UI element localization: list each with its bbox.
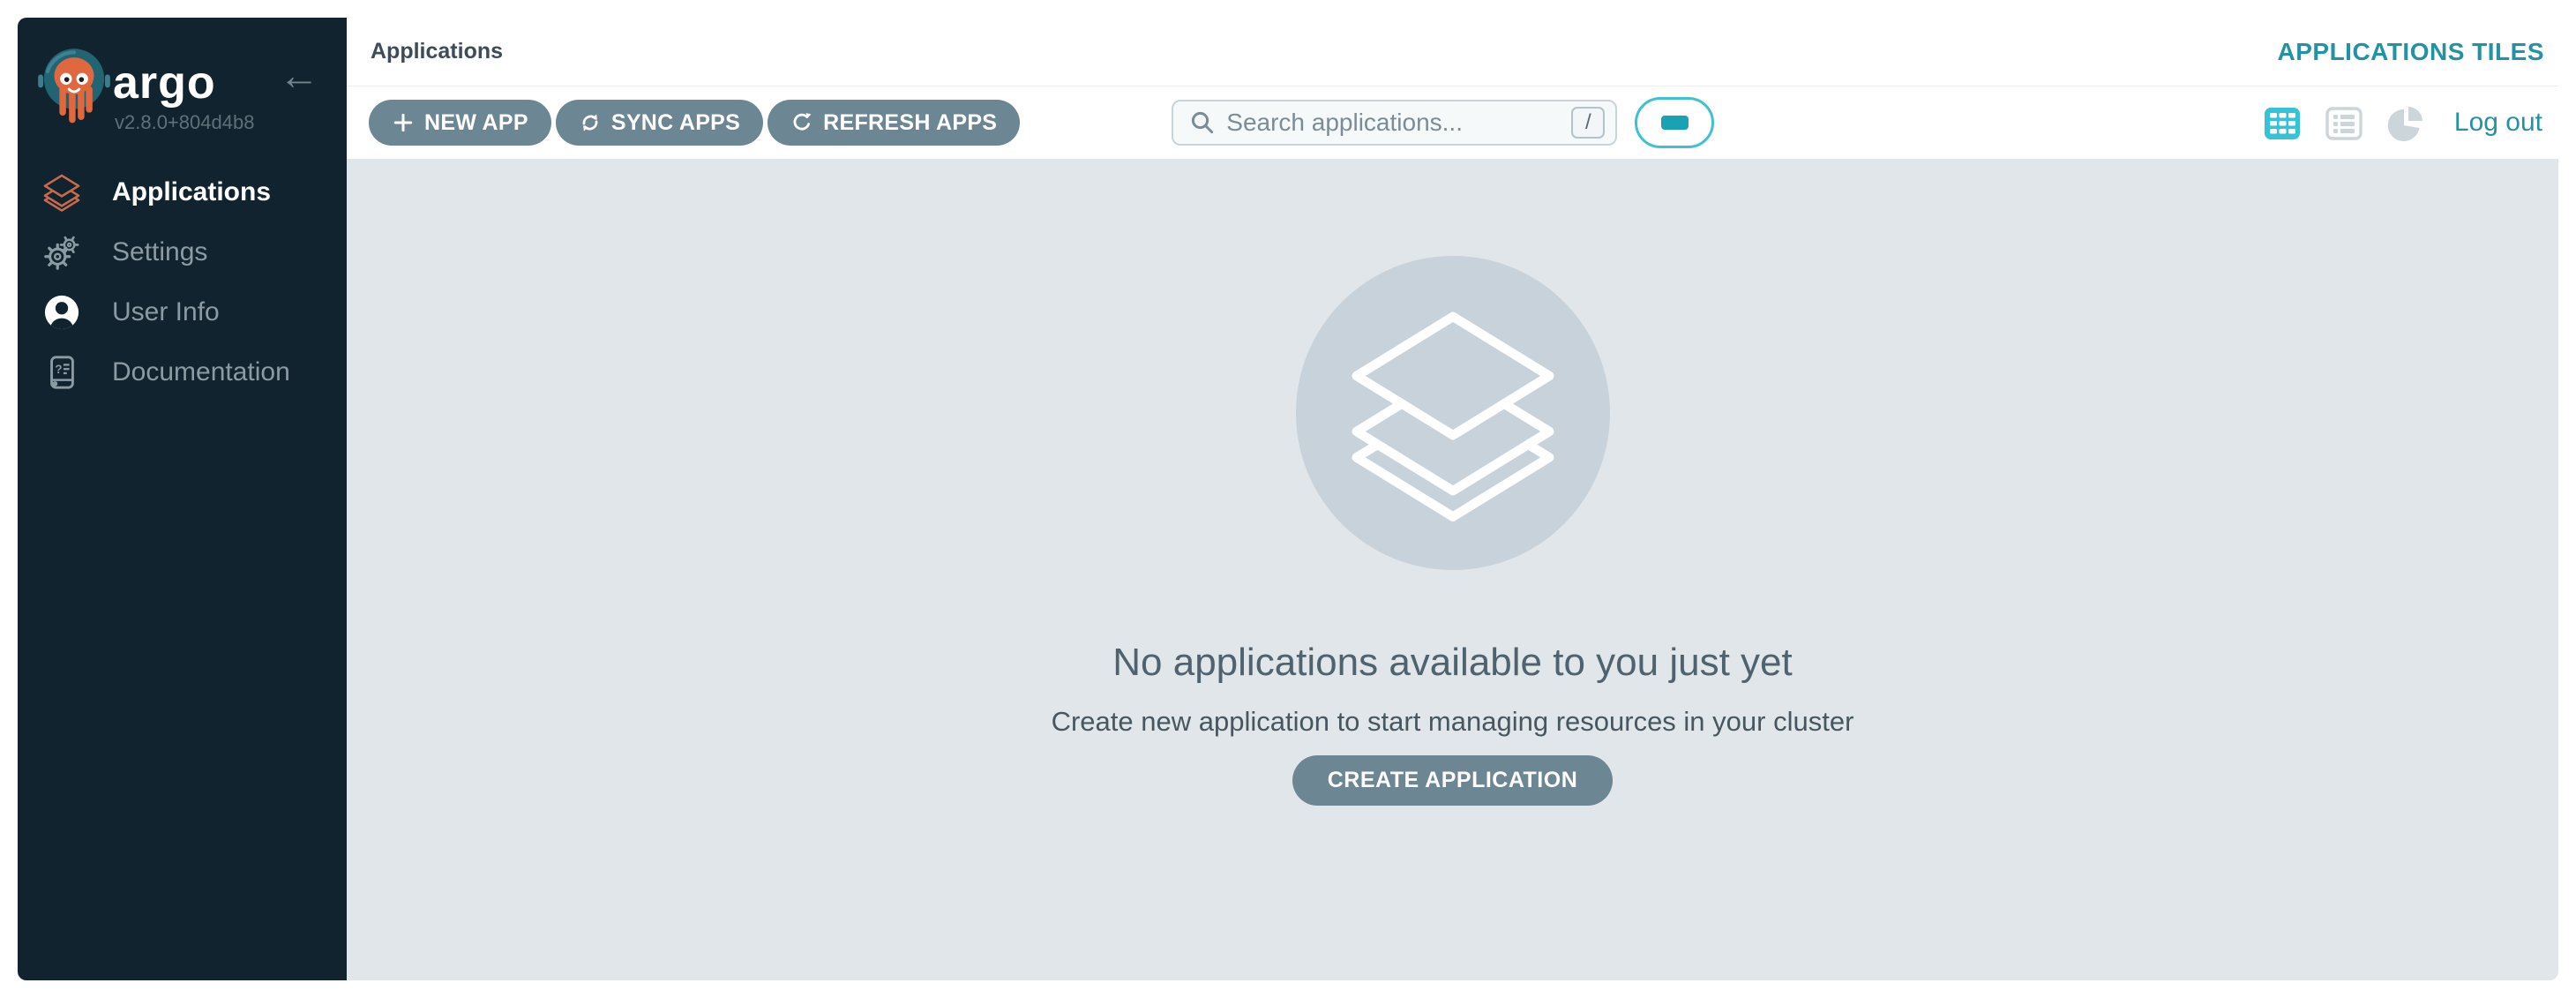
sync-icon	[579, 111, 602, 134]
sync-apps-button[interactable]: SYNC APPS	[556, 100, 763, 146]
create-application-button[interactable]: CREATE APPLICATION	[1292, 755, 1614, 806]
search-input[interactable]	[1226, 109, 1571, 137]
sidebar-item-label: Documentation	[112, 357, 290, 387]
search-box: /	[1172, 100, 1617, 146]
refresh-apps-button[interactable]: REFRESH APPS	[768, 100, 1020, 146]
refresh-icon	[790, 111, 813, 134]
brand-wordmark: argo	[113, 56, 216, 109]
sidebar-item-user-info[interactable]: User Info	[18, 282, 347, 342]
main-area: Applications APPLICATIONS TILES NEW APP …	[347, 18, 2558, 980]
gear-icon	[42, 233, 81, 272]
pie-chart-icon	[2386, 103, 2425, 142]
plus-icon	[392, 111, 415, 134]
toggle-knob-icon	[1661, 116, 1689, 130]
version-label: v2.8.0+804d4b8	[115, 111, 254, 134]
summary-view-button[interactable]	[2386, 103, 2425, 142]
breadcrumb[interactable]: Applications	[371, 39, 503, 64]
sidebar-nav: Applications	[18, 162, 347, 402]
search-icon	[1189, 109, 1216, 136]
slash-shortcut-badge: /	[1571, 107, 1605, 139]
sidebar-item-settings[interactable]: Settings	[18, 222, 347, 282]
document-icon: ?	[42, 353, 81, 392]
grid-icon	[2263, 103, 2302, 142]
list-view-button[interactable]	[2325, 103, 2363, 142]
layers-icon	[1342, 302, 1564, 524]
empty-state-circle	[1296, 256, 1610, 570]
titlebar: Applications APPLICATIONS TILES	[347, 18, 2558, 86]
sidebar-item-label: Settings	[112, 237, 207, 267]
user-icon	[42, 293, 81, 332]
layers-icon	[42, 173, 81, 212]
argo-octopus-logo-icon	[32, 41, 116, 129]
sidebar-item-documentation[interactable]: ? Documentation	[18, 342, 347, 402]
sidebar-item-applications[interactable]: Applications	[18, 162, 347, 222]
sidebar-item-label: User Info	[112, 297, 220, 327]
page-view-label: APPLICATIONS TILES	[2278, 38, 2545, 66]
svg-text:?: ?	[55, 363, 62, 376]
empty-state-subtitle: Create new application to start managing…	[1052, 706, 1854, 738]
sidebar-collapse-arrow-icon[interactable]: ←	[279, 55, 319, 95]
new-app-button[interactable]: NEW APP	[369, 100, 551, 146]
empty-state-title: No applications available to you just ye…	[1112, 641, 1792, 685]
applications-empty-state: No applications available to you just ye…	[347, 159, 2558, 980]
sidebar: argo v2.8.0+804d4b8 ← Applications	[18, 18, 347, 980]
toolbar: NEW APP SYNC APPS REFRESH APPS	[347, 86, 2558, 159]
argo-app-window: argo v2.8.0+804d4b8 ← Applications	[18, 18, 2558, 980]
list-icon	[2325, 103, 2363, 142]
sidebar-item-label: Applications	[112, 177, 271, 207]
tiles-view-button[interactable]	[2263, 103, 2302, 142]
logout-link[interactable]: Log out	[2454, 108, 2542, 138]
favorites-toggle[interactable]	[1635, 97, 1714, 148]
